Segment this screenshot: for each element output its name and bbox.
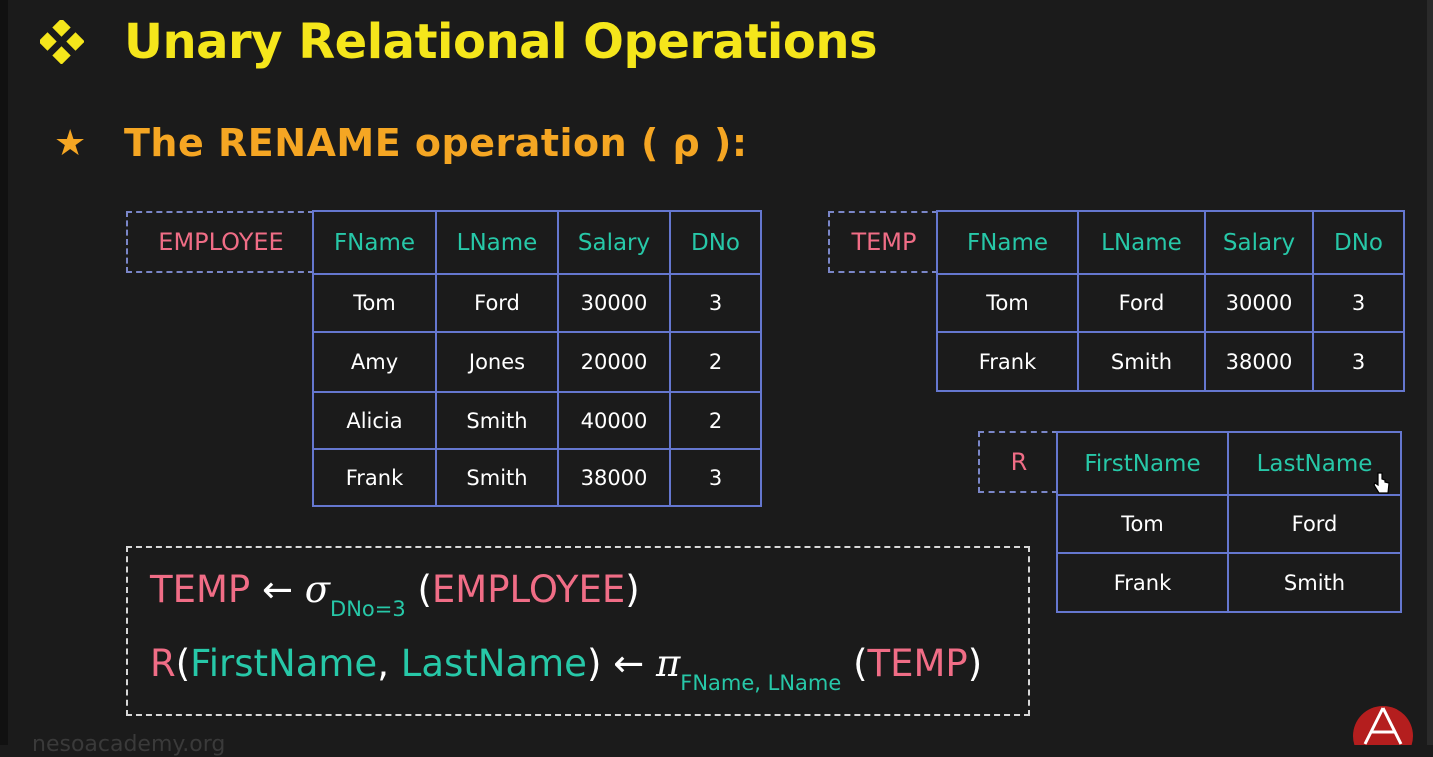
temp-column-header: LName xyxy=(1077,210,1206,275)
r-header-row: FirstName LastName xyxy=(1056,431,1402,496)
title-row: Unary Relational Operations xyxy=(40,12,878,72)
expr1-lhs: TEMP xyxy=(150,568,251,611)
r-cell: Frank xyxy=(1056,552,1229,613)
right-edge xyxy=(1427,0,1433,745)
expr2-open: ( xyxy=(175,642,191,685)
expr2-close2: ) xyxy=(967,642,983,685)
employee-cell: 38000 xyxy=(557,448,671,507)
employee-cell: 30000 xyxy=(557,273,671,333)
expr2-comma: , xyxy=(377,642,389,685)
employee-header-row: FName LName Salary DNo xyxy=(312,210,762,275)
employee-column-header: Salary xyxy=(557,210,671,275)
temp-cell: 30000 xyxy=(1204,273,1314,333)
employee-cell: Jones xyxy=(435,331,559,393)
temp-cell: Tom xyxy=(936,273,1079,333)
expr2-attr1: FirstName xyxy=(190,642,378,685)
employee-cell: 2 xyxy=(669,331,762,393)
expr2-close: ) xyxy=(586,642,602,685)
employee-cell: 40000 xyxy=(557,391,671,450)
temp-name-label: TEMP xyxy=(851,228,917,256)
temp-cell: 3 xyxy=(1312,331,1405,392)
diamond-cluster-icon xyxy=(40,20,84,64)
subtitle-row: ★ The RENAME operation ( ρ ): xyxy=(54,116,748,170)
project-expression: R(FirstName, LastName) ← πFName, LName (… xyxy=(150,642,983,695)
employee-column-header: LName xyxy=(435,210,559,275)
employee-cell: Tom xyxy=(312,273,437,333)
employee-table: FName LName Salary DNo Tom Ford 30000 3 Amy Jones… xyxy=(312,210,762,507)
left-edge xyxy=(0,0,8,745)
neso-logo-icon xyxy=(1353,704,1413,757)
temp-cell: 3 xyxy=(1312,273,1405,333)
employee-cell: Frank xyxy=(312,448,437,507)
expr2-arg: TEMP xyxy=(867,642,968,685)
employee-cell: 3 xyxy=(669,273,762,333)
sigma-symbol: σ xyxy=(304,568,331,611)
employee-cell: Ford xyxy=(435,273,559,333)
expr2-arrow: ← xyxy=(613,642,645,685)
employee-table-row: Amy Jones 20000 2 xyxy=(312,331,762,393)
employee-name-label: EMPLOYEE xyxy=(158,228,284,256)
employee-relation-name: EMPLOYEE xyxy=(126,211,314,273)
expr1-arrow: ← xyxy=(261,568,293,611)
star-icon: ★ xyxy=(54,122,87,164)
employee-cell: Smith xyxy=(435,391,559,450)
r-name-label: R xyxy=(1010,448,1028,476)
expr1-open: ( xyxy=(417,568,432,611)
expr2-open2: ( xyxy=(853,642,868,685)
project-attributes: FName, LName xyxy=(680,671,842,695)
temp-cell: Frank xyxy=(936,331,1079,392)
employee-column-header: FName xyxy=(312,210,437,275)
temp-column-header: DNo xyxy=(1312,210,1405,275)
pi-symbol: π xyxy=(655,642,681,685)
expr1-arg: EMPLOYEE xyxy=(431,568,626,611)
temp-column-header: Salary xyxy=(1204,210,1314,275)
r-cell: Smith xyxy=(1227,552,1402,613)
r-column-header: FirstName xyxy=(1056,431,1229,496)
temp-cell: Smith xyxy=(1077,331,1206,392)
employee-cell: Smith xyxy=(435,448,559,507)
r-table-row: Frank Smith xyxy=(1056,552,1402,613)
r-table: FirstName LastName Tom Ford Frank Smith xyxy=(1056,431,1402,613)
employee-column-header: DNo xyxy=(669,210,762,275)
expr1-close: ) xyxy=(625,568,640,611)
select-condition: DNo=3 xyxy=(330,597,406,621)
r-relation-name: R xyxy=(978,431,1058,493)
r-table-row: Tom Ford xyxy=(1056,494,1402,554)
temp-header-row: FName LName Salary DNo xyxy=(936,210,1405,275)
temp-cell: 38000 xyxy=(1204,331,1314,392)
expr2-rel: R xyxy=(150,642,176,685)
employee-table-row: Alicia Smith 40000 2 xyxy=(312,391,762,450)
employee-cell: Amy xyxy=(312,331,437,393)
temp-table: FName LName Salary DNo Tom Ford 30000 3 Frank Smi… xyxy=(936,210,1405,392)
temp-column-header: FName xyxy=(936,210,1079,275)
subtitle: The RENAME operation ( ρ ): xyxy=(124,121,748,165)
r-cell: Ford xyxy=(1227,494,1402,554)
page-title: Unary Relational Operations xyxy=(124,14,878,70)
employee-cell: 2 xyxy=(669,391,762,450)
temp-cell: Ford xyxy=(1077,273,1206,333)
temp-relation-name: TEMP xyxy=(828,211,938,273)
employee-table-row: Tom Ford 30000 3 xyxy=(312,273,762,333)
hand-cursor-icon xyxy=(1372,471,1392,501)
expr2-attr2: LastName xyxy=(400,642,587,685)
temp-table-row: Tom Ford 30000 3 xyxy=(936,273,1405,333)
employee-table-row: Frank Smith 38000 3 xyxy=(312,448,762,507)
r-cell: Tom xyxy=(1056,494,1229,554)
employee-cell: 20000 xyxy=(557,331,671,393)
temp-table-row: Frank Smith 38000 3 xyxy=(936,331,1405,392)
employee-cell: Alicia xyxy=(312,391,437,450)
employee-cell: 3 xyxy=(669,448,762,507)
expression-box: TEMP ← σDNo=3 (EMPLOYEE) R(FirstName, La… xyxy=(126,546,1030,716)
select-expression: TEMP ← σDNo=3 (EMPLOYEE) xyxy=(150,568,640,621)
